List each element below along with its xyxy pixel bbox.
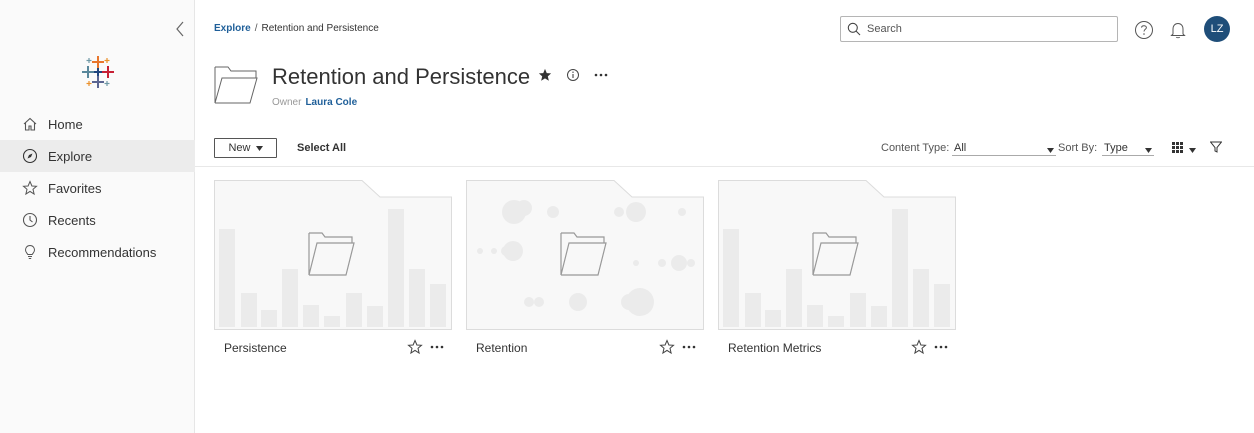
- sidebar-item-label: Home: [48, 116, 83, 132]
- caret-down-icon: [1145, 144, 1152, 156]
- sidebar-item-home[interactable]: Home: [0, 108, 195, 140]
- project-card[interactable]: Persistence: [214, 180, 452, 365]
- card-title[interactable]: Persistence: [224, 341, 287, 355]
- compass-icon: [22, 148, 38, 164]
- caret-down-icon: [255, 142, 263, 154]
- star-outline-icon[interactable]: [659, 339, 675, 355]
- breadcrumb-explore-link[interactable]: Explore: [214, 23, 251, 34]
- chevron-left-icon[interactable]: [172, 19, 190, 39]
- sidebar-item-favorites[interactable]: Favorites: [0, 172, 195, 204]
- star-outline-icon[interactable]: [407, 339, 423, 355]
- sidebar-item-label: Recommendations: [48, 244, 157, 260]
- search-box[interactable]: [840, 16, 1118, 42]
- select-all-button[interactable]: Select All: [297, 142, 346, 154]
- sidebar-item-explore[interactable]: Explore: [0, 140, 195, 172]
- sort-by-select[interactable]: Type: [1102, 140, 1154, 156]
- more-actions-icon[interactable]: [682, 341, 696, 353]
- page-title: Retention and Persistence: [272, 64, 531, 89]
- star-outline-icon: [22, 180, 38, 196]
- breadcrumb: Explore / Retention and Persistence: [214, 23, 379, 34]
- breadcrumb-current: Retention and Persistence: [261, 23, 379, 34]
- search-icon: [847, 22, 861, 36]
- card-title[interactable]: Retention: [476, 341, 527, 355]
- bar-pattern-thumbnail: [718, 180, 956, 330]
- sidebar-item-label: Recents: [48, 212, 96, 228]
- info-icon[interactable]: [566, 68, 580, 82]
- filter-icon[interactable]: [1209, 141, 1224, 155]
- lightbulb-icon: [22, 244, 38, 260]
- search-input[interactable]: [867, 23, 1107, 35]
- caret-down-icon: [1189, 142, 1196, 156]
- clock-icon: [22, 212, 38, 228]
- star-outline-icon[interactable]: [911, 339, 927, 355]
- sort-by-value: Type: [1104, 142, 1128, 154]
- sidebar: Home Explore Favorites Recents Recommend…: [0, 0, 195, 433]
- toolbar-divider: [195, 166, 1254, 167]
- avatar[interactable]: LZ: [1204, 16, 1230, 42]
- content-type-select[interactable]: All: [952, 140, 1056, 156]
- sidebar-item-recents[interactable]: Recents: [0, 204, 195, 236]
- bell-icon[interactable]: [1168, 20, 1188, 40]
- home-icon: [22, 116, 38, 132]
- caret-down-icon: [1047, 144, 1054, 156]
- project-card[interactable]: Retention Metrics: [718, 180, 956, 365]
- card-title[interactable]: Retention Metrics: [728, 341, 821, 355]
- grid-view-icon: [1172, 142, 1183, 156]
- new-button-label: New: [228, 142, 251, 154]
- sidebar-item-label: Favorites: [48, 180, 102, 196]
- project-folder-icon: [214, 66, 258, 104]
- star-filled-icon[interactable]: [538, 68, 552, 82]
- project-card[interactable]: Retention: [466, 180, 704, 365]
- sidebar-item-recommendations[interactable]: Recommendations: [0, 236, 195, 268]
- more-actions-icon[interactable]: [934, 341, 948, 353]
- owner-label: Owner: [272, 97, 302, 108]
- owner-name-link[interactable]: Laura Cole: [305, 97, 357, 108]
- content-toolbar: New Select All Content Type: All Sort By…: [214, 138, 1240, 162]
- sort-by-label: Sort By:: [1058, 142, 1098, 154]
- help-icon[interactable]: [1134, 20, 1154, 40]
- more-actions-icon[interactable]: [430, 341, 444, 353]
- breadcrumb-separator: /: [254, 23, 258, 34]
- tableau-logo-icon[interactable]: [80, 54, 116, 90]
- title-actions: [538, 68, 608, 82]
- sidebar-nav: Home Explore Favorites Recents Recommend…: [0, 108, 195, 268]
- sidebar-item-label: Explore: [48, 148, 93, 164]
- view-mode-toggle[interactable]: [1172, 142, 1202, 156]
- owner-line: Owner Laura Cole: [272, 97, 357, 108]
- content-type-value: All: [954, 142, 967, 154]
- new-button[interactable]: New: [214, 138, 277, 158]
- content-type-label: Content Type:: [881, 142, 950, 154]
- bar-pattern-thumbnail: [214, 180, 452, 330]
- more-actions-icon[interactable]: [594, 72, 608, 78]
- bubble-pattern-thumbnail: [466, 180, 704, 330]
